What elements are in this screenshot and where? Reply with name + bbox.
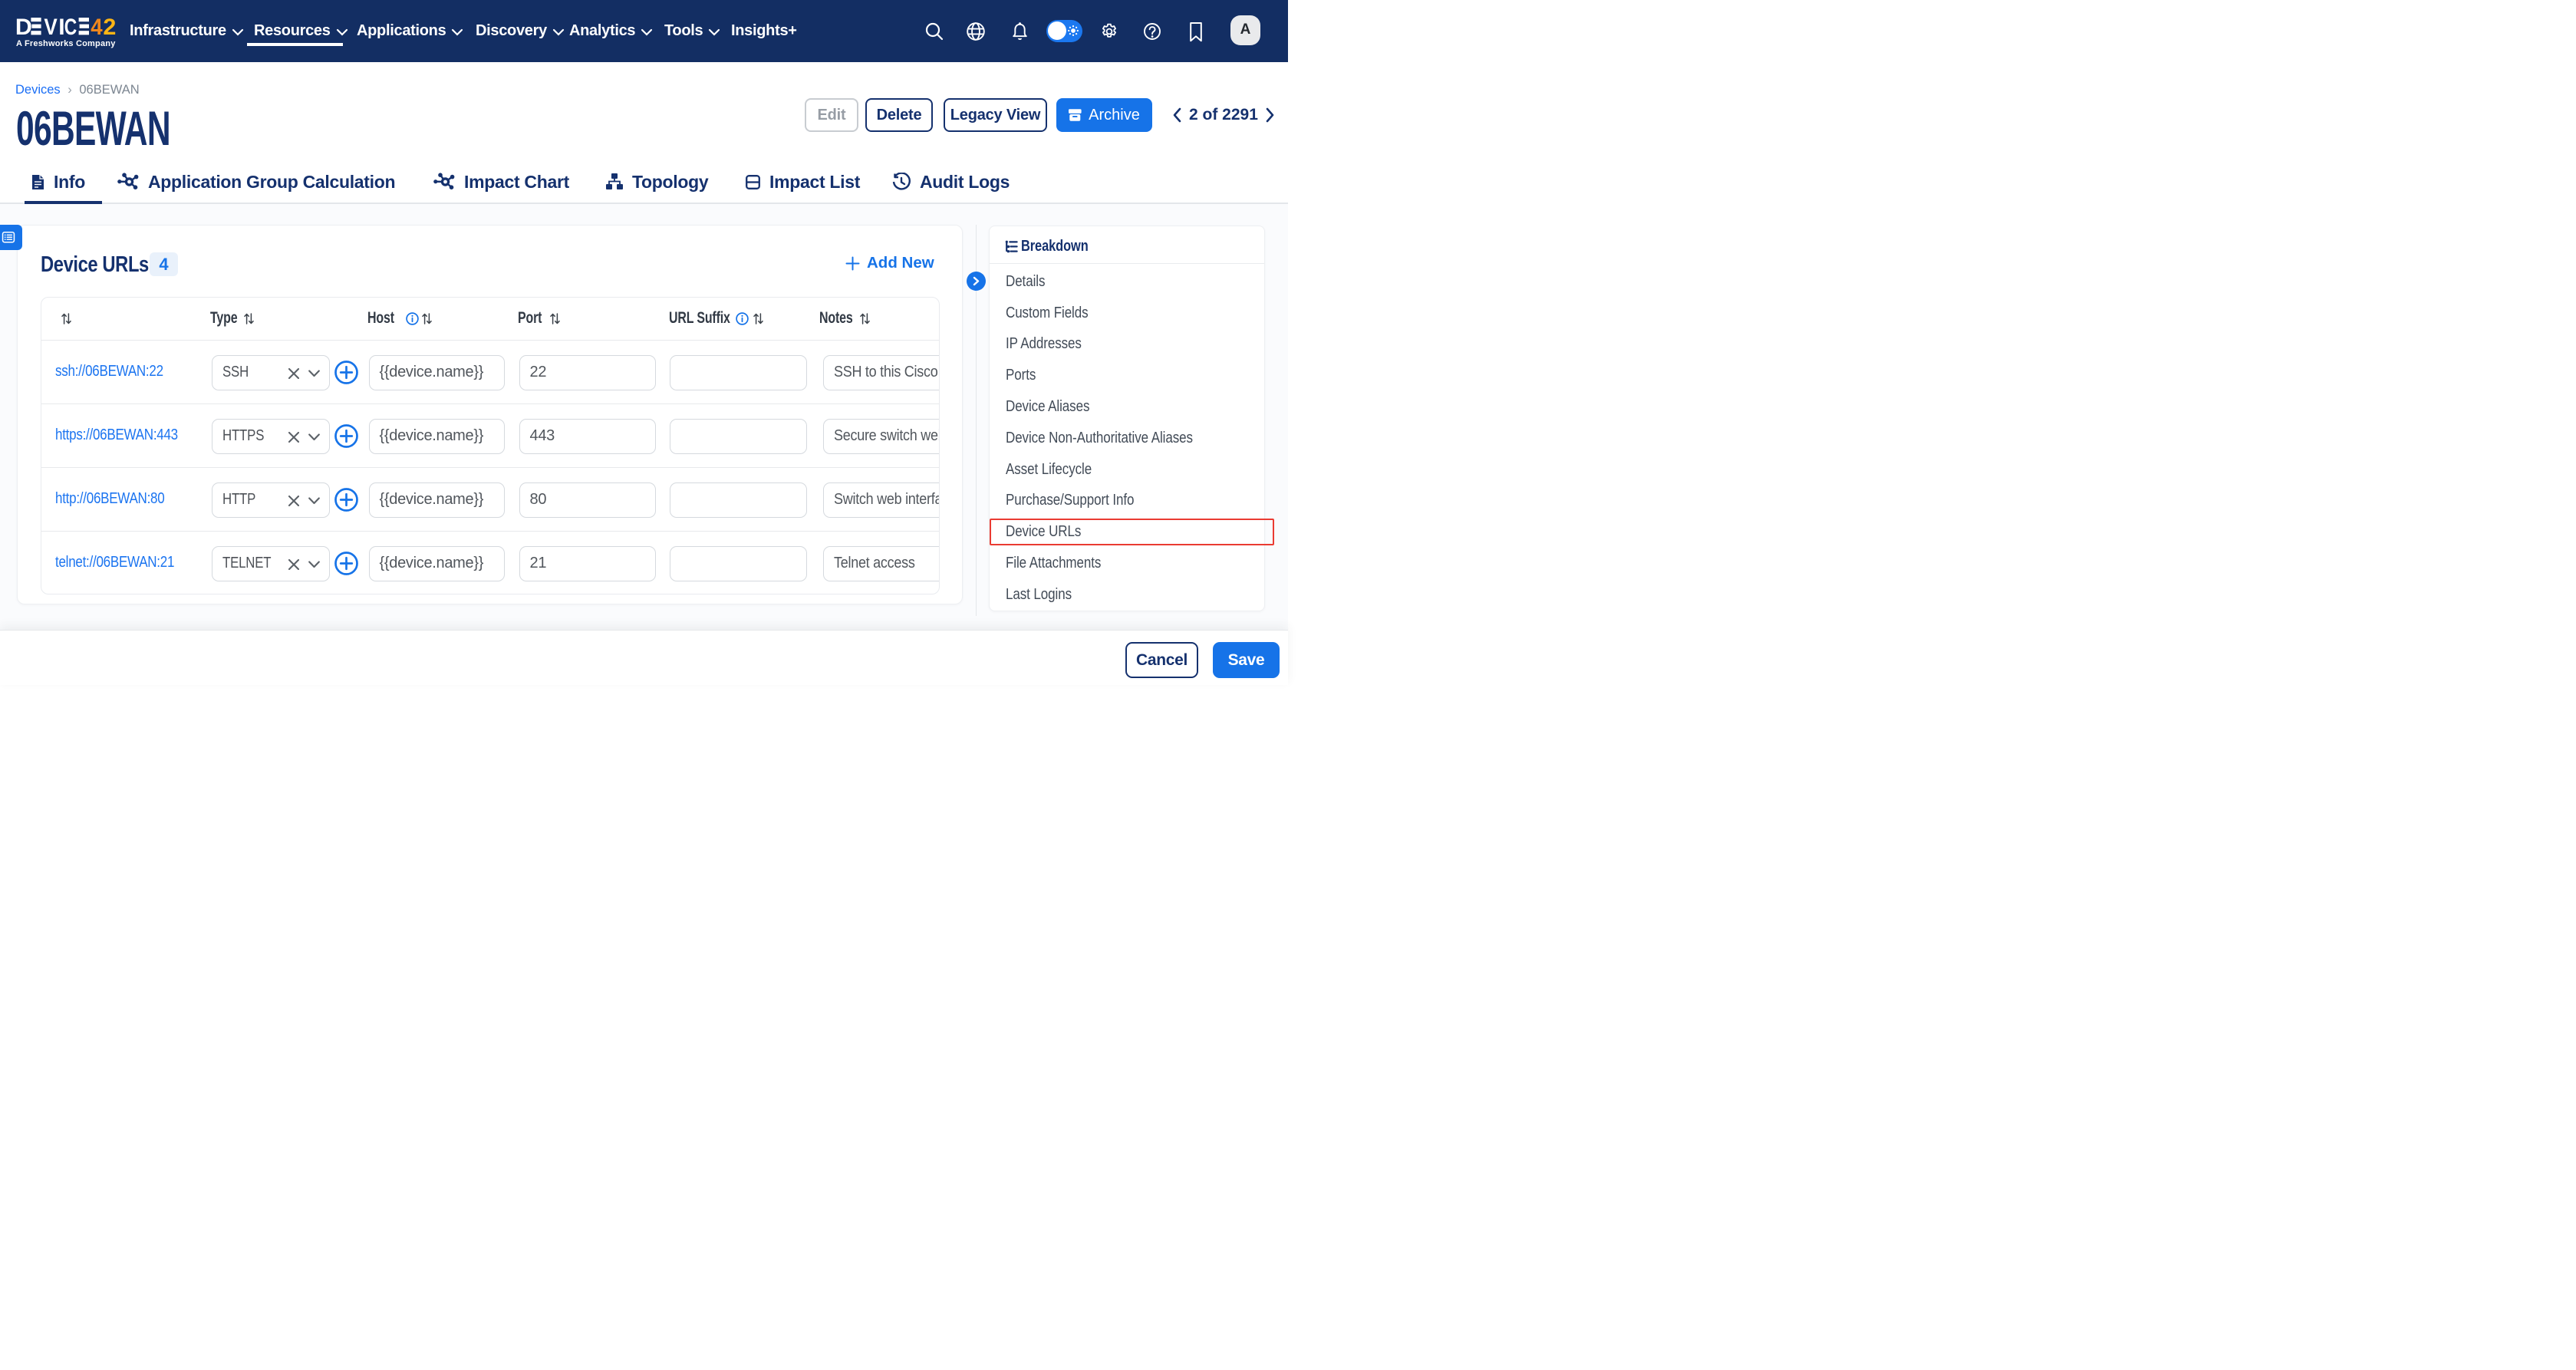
svg-text:2: 2 xyxy=(103,18,116,35)
svg-text:4: 4 xyxy=(91,18,103,35)
svg-text:C: C xyxy=(64,18,77,35)
svg-text:V: V xyxy=(44,18,57,35)
svg-text:D: D xyxy=(16,18,32,35)
